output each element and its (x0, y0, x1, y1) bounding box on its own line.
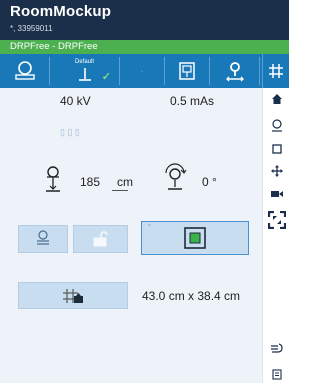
procedure-bar[interactable]: DRPFree - DRPFree (0, 40, 289, 54)
right-sidebar (262, 88, 289, 383)
tube-tracking-icon (37, 230, 49, 245)
tube-tracking-button[interactable] (18, 225, 68, 253)
mas-value[interactable]: 0.5 mAs (170, 94, 214, 108)
app-header: RoomMockup *, 33959011 (0, 0, 289, 40)
sidebar-item-tube[interactable] (263, 116, 290, 136)
unlock-icon (93, 231, 108, 247)
default-position-icon (78, 68, 91, 81)
dot-icon: · (140, 65, 144, 77)
grid-button[interactable] (262, 54, 289, 88)
sidebar-item-hand[interactable] (263, 338, 290, 358)
sidebar-item-move[interactable] (263, 161, 290, 181)
sid-icon (42, 165, 64, 198)
focal-spot-indicator[interactable]: ▯ ▯ ▯ (60, 127, 80, 138)
move-person-icon (225, 62, 244, 82)
default-label: Default (74, 59, 94, 65)
tube-icon (271, 119, 282, 132)
table-icon (179, 62, 195, 80)
rotation-icon (160, 163, 190, 198)
notes-icon (271, 368, 282, 380)
collimation-frame-icon (267, 211, 286, 229)
dot-icon: ° (148, 224, 151, 231)
sidebar-item-notes[interactable] (263, 365, 290, 383)
square-icon (271, 144, 282, 154)
sidebar-item-camera[interactable] (263, 184, 290, 204)
sidebar-item-collimation[interactable] (263, 207, 290, 233)
rotation-value[interactable]: 0 ° (202, 175, 217, 189)
kv-value[interactable]: 40 kV (60, 94, 91, 108)
empty-toolbar-slot[interactable]: · (120, 57, 165, 85)
detector-active-icon (184, 227, 206, 249)
collimation-button[interactable] (18, 282, 128, 309)
field-size-value: 43.0 cm x 38.4 cm (142, 289, 241, 303)
move-icon (270, 165, 283, 177)
sid-unit: cm (117, 175, 133, 189)
procedure-label: DRPFree - DRPFree (10, 41, 98, 52)
patient-position-button[interactable] (210, 57, 260, 85)
toolbar: Default ✓ · (0, 54, 289, 88)
sid-edit-indicator (112, 190, 128, 191)
camera-icon (270, 191, 283, 197)
grid-icon (269, 64, 283, 78)
detector-select-button[interactable]: ° (141, 221, 249, 255)
check-icon: ✓ (101, 71, 111, 83)
unlock-button[interactable] (73, 225, 128, 253)
detector-icon (14, 61, 35, 80)
sidebar-item-square[interactable] (263, 139, 290, 159)
app-title: RoomMockup (10, 3, 112, 20)
sid-value[interactable]: 185 (80, 175, 100, 189)
sidebar-item-home[interactable] (263, 88, 290, 110)
detector-button[interactable] (0, 57, 50, 85)
app-subtitle: *, 33959011 (10, 24, 53, 33)
default-position-button[interactable]: Default ✓ (50, 57, 120, 85)
hand-icon (270, 343, 283, 353)
home-icon (271, 94, 282, 104)
collimation-icon (63, 288, 83, 303)
table-button[interactable] (165, 57, 210, 85)
